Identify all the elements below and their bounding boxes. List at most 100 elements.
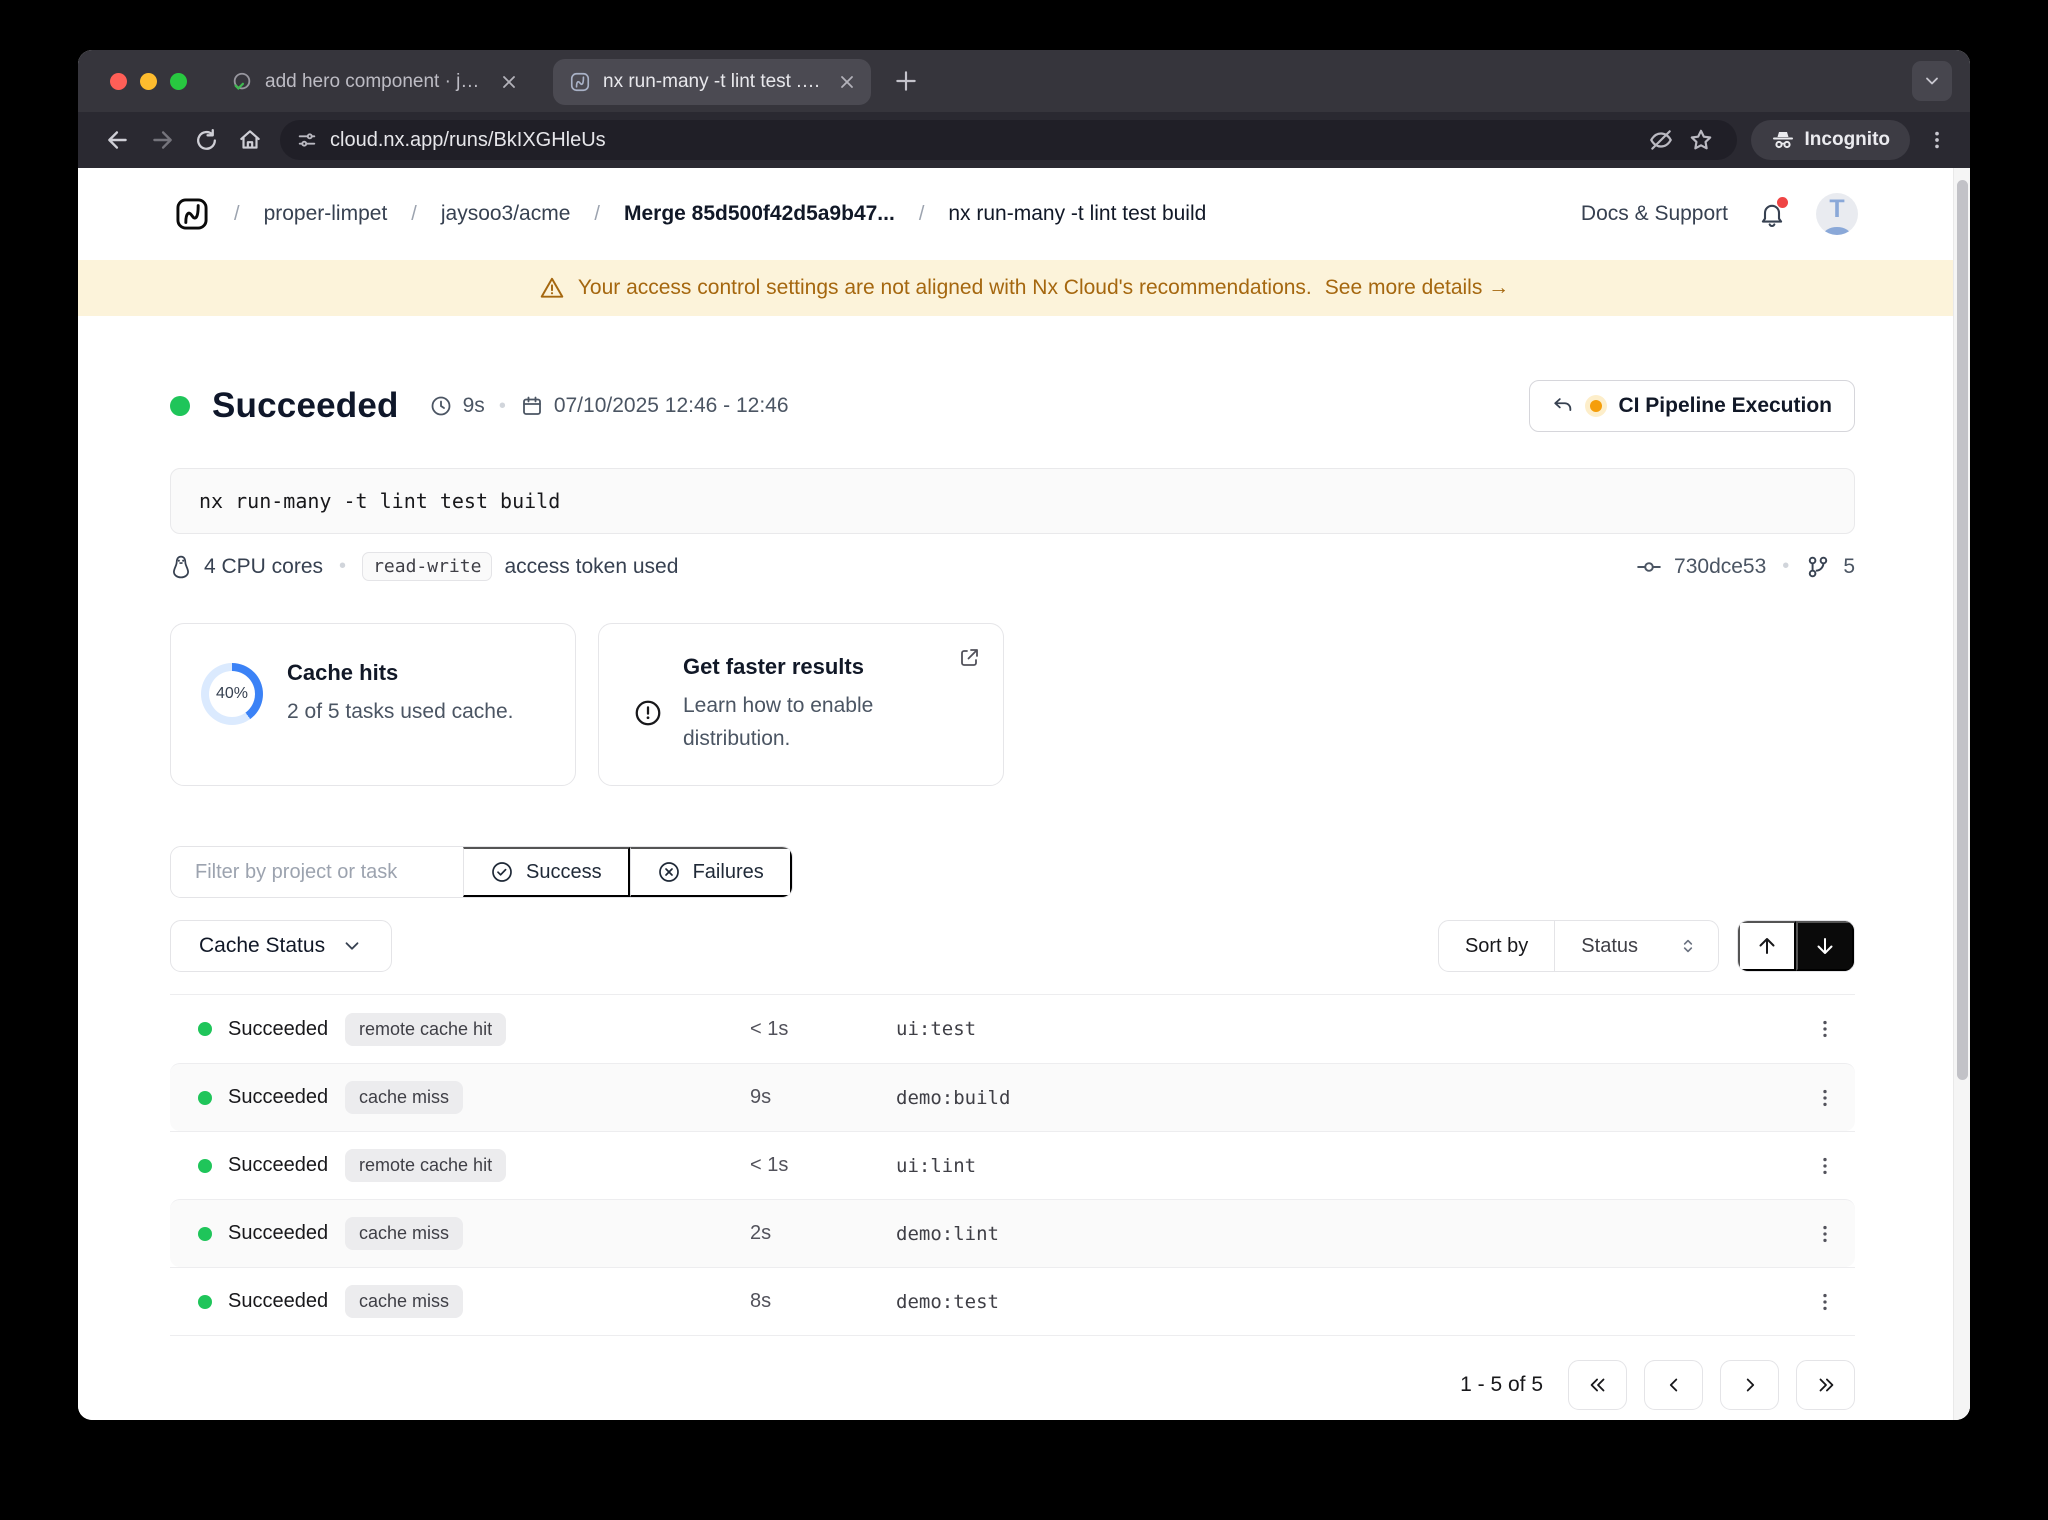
arrow-up-icon [1755, 934, 1779, 958]
filter-input[interactable] [171, 847, 463, 897]
sort-value: Status [1581, 934, 1638, 957]
maximize-window-button[interactable] [170, 72, 187, 90]
table-row[interactable]: Succeeded cache miss 2s demo:lint [170, 1199, 1855, 1267]
row-status: Succeeded [228, 1086, 329, 1108]
page-scrollbar[interactable] [1953, 168, 1970, 1420]
breadcrumb-separator: / [234, 202, 240, 225]
sort-select[interactable]: Status [1554, 921, 1718, 971]
row-task[interactable]: demo:build [896, 1087, 1795, 1109]
row-menu-icon[interactable] [1795, 1155, 1855, 1177]
ci-pipeline-execution-button[interactable]: CI Pipeline Execution [1529, 380, 1855, 432]
row-task[interactable]: demo:test [896, 1291, 1795, 1313]
row-menu-icon[interactable] [1795, 1087, 1855, 1109]
window-controls [110, 72, 187, 90]
breadcrumb-run[interactable]: nx run-many -t lint test build [948, 202, 1206, 226]
pagination-label: 1 - 5 of 5 [1460, 1373, 1543, 1396]
breadcrumb-separator: / [411, 202, 417, 225]
back-icon[interactable] [96, 118, 140, 162]
task-table: Succeeded remote cache hit < 1s ui:test … [170, 994, 1855, 1336]
incognito-badge[interactable]: Incognito [1750, 120, 1910, 160]
task-filter-group: Success Failures [170, 846, 793, 898]
browser-toolbar: cloud.nx.app/runs/BkIXGHleUs Incognito [78, 112, 1970, 168]
previous-page-button[interactable] [1644, 1360, 1703, 1410]
branch-count[interactable]: 5 [1843, 555, 1855, 579]
address-bar[interactable]: cloud.nx.app/runs/BkIXGHleUs [280, 120, 1737, 160]
success-status-dot [198, 1294, 212, 1309]
cache-status-dropdown[interactable]: Cache Status [170, 920, 393, 972]
minimize-window-button[interactable] [140, 72, 157, 90]
table-row[interactable]: Succeeded remote cache hit < 1s ui:lint [170, 1131, 1855, 1199]
forward-icon[interactable] [140, 118, 184, 162]
close-window-button[interactable] [110, 72, 127, 90]
cache-progress: 40% [201, 663, 263, 726]
row-status: Succeeded [228, 1017, 329, 1040]
clock-icon [429, 394, 453, 418]
last-page-button[interactable] [1796, 1360, 1855, 1410]
close-tab-icon[interactable] [501, 74, 517, 90]
sort-ascending-button[interactable] [1738, 921, 1796, 971]
tab-github-pr[interactable]: add hero component · jaysoo [215, 59, 533, 105]
cache-card-title: Cache hits [287, 660, 399, 685]
row-task[interactable]: ui:lint [896, 1155, 1795, 1177]
breadcrumb-repo[interactable]: jaysoo3/acme [441, 202, 571, 226]
reload-icon[interactable] [184, 118, 228, 162]
table-row[interactable]: Succeeded remote cache hit < 1s ui:test [170, 995, 1855, 1063]
breadcrumb-org[interactable]: proper-limpet [264, 202, 388, 226]
tab-title: add hero component · jaysoo [265, 71, 487, 92]
github-favicon-icon [231, 71, 253, 93]
url-text[interactable]: cloud.nx.app/runs/BkIXGHleUs [330, 129, 1641, 152]
commit-icon [1636, 554, 1662, 580]
scrollbar-thumb[interactable] [1957, 180, 1968, 1080]
browser-menu-icon[interactable] [1922, 129, 1952, 151]
notifications-bell-icon[interactable] [1758, 197, 1788, 228]
undo-arrow-icon [1552, 395, 1574, 417]
row-menu-icon[interactable] [1795, 1018, 1855, 1040]
site-settings-icon[interactable] [296, 129, 318, 151]
row-menu-icon[interactable] [1795, 1291, 1855, 1313]
close-tab-icon[interactable] [839, 74, 855, 90]
cache-percent-label: 40% [209, 671, 255, 718]
success-status-dot [170, 396, 190, 416]
breadcrumb: / proper-limpet / jaysoo3/acme / Merge 8… [174, 196, 1206, 232]
chevron-updown-icon [1678, 936, 1698, 956]
tab-title: nx run-many -t lint test ... fro [603, 71, 825, 92]
table-toolbar: Cache Status Sort by Status [170, 920, 1855, 972]
docs-support-link[interactable]: Docs & Support [1581, 202, 1728, 226]
row-duration: < 1s [750, 1017, 789, 1040]
success-status-dot [198, 1090, 212, 1105]
row-status: Succeeded [228, 1290, 329, 1312]
first-page-button[interactable] [1568, 1360, 1627, 1410]
tab-nx-run[interactable]: nx run-many -t lint test ... fro [553, 59, 871, 105]
table-row[interactable]: Succeeded cache miss 9s demo:build [170, 1063, 1855, 1131]
banner-see-more-link[interactable]: See more details → [1325, 276, 1509, 300]
external-link-icon[interactable] [957, 646, 981, 670]
commit-sha[interactable]: 730dce53 [1674, 555, 1766, 579]
home-icon[interactable] [228, 118, 272, 162]
nx-favicon-icon [569, 71, 591, 93]
next-page-button[interactable] [1720, 1360, 1779, 1410]
new-tab-button[interactable] [893, 68, 919, 94]
row-status: Succeeded [228, 1222, 329, 1244]
row-menu-icon[interactable] [1795, 1223, 1855, 1245]
avatar[interactable]: T [1816, 193, 1858, 235]
check-circle-icon [490, 860, 514, 884]
sort-descending-button[interactable] [1796, 921, 1854, 971]
eye-slash-icon[interactable] [1641, 127, 1681, 153]
bookmark-star-icon[interactable] [1681, 127, 1721, 153]
tab-search-chevron-button[interactable] [1912, 61, 1952, 101]
breadcrumb-merge[interactable]: Merge 85d500f42d5a9b47... [624, 202, 895, 226]
row-task[interactable]: ui:test [896, 1018, 1795, 1040]
run-status-row: Succeeded 9s • 07/10/2025 12:46 - 12:46 [170, 380, 1855, 432]
row-duration: < 1s [750, 1154, 789, 1176]
faster-results-card[interactable]: Get faster results Learn how to enable d… [598, 623, 1004, 786]
table-row[interactable]: Succeeded cache miss 8s demo:test [170, 1267, 1855, 1335]
nx-logo-icon[interactable] [174, 196, 210, 232]
pipeline-status-dot [1590, 400, 1603, 412]
cache-card-subtitle: 2 of 5 tasks used cache. [287, 700, 514, 723]
success-filter-button[interactable]: Success [463, 847, 630, 897]
row-task[interactable]: demo:lint [896, 1223, 1795, 1245]
sort-by-label: Sort by [1464, 934, 1529, 957]
failures-filter-button[interactable]: Failures [629, 847, 792, 897]
faster-card-title: Get faster results [683, 654, 864, 679]
faster-card-subtitle: Learn how to enable distribution. [683, 694, 874, 750]
